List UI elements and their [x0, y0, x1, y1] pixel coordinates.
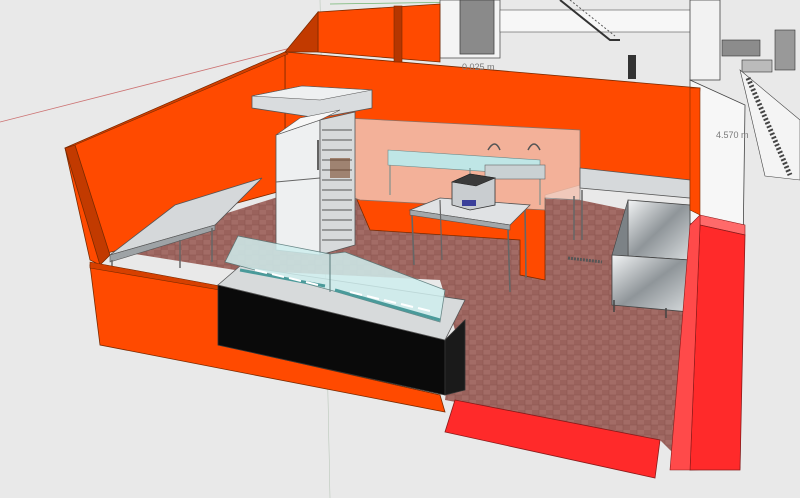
vacuum-sealer[interactable] — [450, 173, 497, 211]
tray-rack[interactable] — [319, 111, 356, 256]
kitchen-3d-scene[interactable] — [0, 0, 800, 498]
stainless-cabinet[interactable] — [611, 199, 691, 318]
upper-wall-shade — [284, 10, 319, 53]
dimension-label-top: 0.025 m — [462, 62, 495, 72]
modeling-viewport[interactable]: 0.025 m 4.570 m — [0, 0, 800, 498]
dimension-label-right: 4.570 m — [716, 130, 749, 140]
upper-wall-column — [393, 5, 403, 63]
upper-wall — [317, 3, 441, 63]
right-column — [689, 87, 701, 216]
